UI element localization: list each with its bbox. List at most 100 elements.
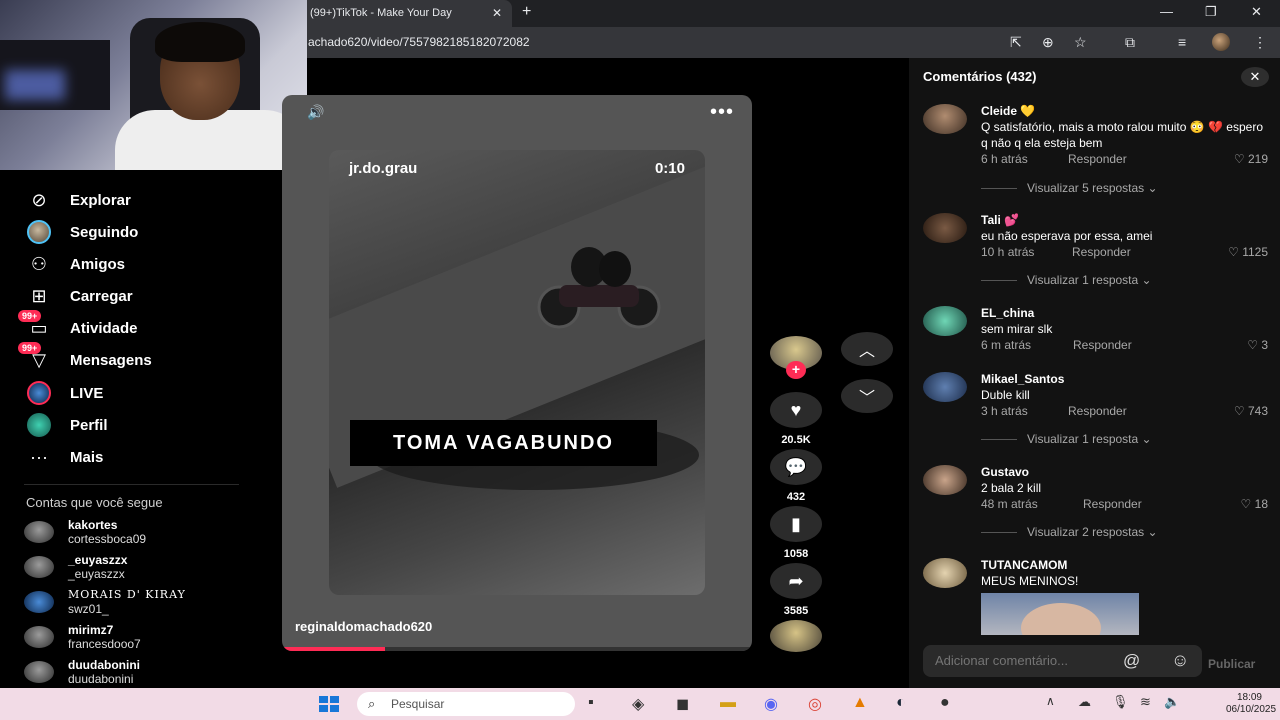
avatar[interactable]	[923, 558, 967, 588]
comment-action[interactable]: 💬 432	[770, 449, 822, 503]
nav-item-carregar[interactable]: ⊞ Carregar	[24, 282, 132, 310]
comment-user[interactable]: Gustavo	[981, 465, 1029, 479]
windows-start-icon[interactable]	[319, 696, 339, 712]
view-replies-button[interactable]: Visualizar 1 resposta ⌄	[981, 273, 1152, 287]
bookmark-icon[interactable]: ▮	[770, 506, 822, 542]
reply-button[interactable]: Responder	[1068, 404, 1127, 418]
following-item[interactable]: duudabonini duudabonini	[24, 658, 264, 688]
task-view-icon[interactable]: ▪	[588, 694, 594, 712]
comment-like[interactable]: ♡ 3	[1247, 338, 1268, 352]
nav-item-amigos[interactable]: ⚇ Amigos	[24, 250, 125, 278]
previous-video-button[interactable]: ︿	[841, 332, 893, 366]
copilot-icon[interactable]: ◈	[632, 694, 644, 714]
discord-icon[interactable]: ◉	[764, 694, 778, 714]
nav-item-atividade[interactable]: ▭ 99+ Atividade	[18, 310, 138, 342]
avatar[interactable]	[923, 306, 967, 336]
comment-input[interactable]	[935, 653, 1135, 668]
clock[interactable]: 18:09 06/10/2025	[1226, 692, 1276, 716]
reply-button[interactable]: Responder	[1072, 245, 1131, 259]
comment-like[interactable]: ♡ 743	[1234, 404, 1268, 418]
post-comment-button[interactable]: Publicar	[1208, 657, 1255, 671]
nav-item-seguindo[interactable]: Seguindo	[24, 218, 138, 246]
comment-user[interactable]: Mikael_Santos	[981, 372, 1064, 386]
heart-icon[interactable]: ♥	[770, 392, 822, 428]
avatar[interactable]	[923, 213, 967, 243]
avatar[interactable]	[923, 104, 967, 134]
nav-item-mensagens[interactable]: ▽ 99+ Mensagens	[18, 342, 152, 374]
comment-time: 6 h atrás	[981, 152, 1028, 166]
close-tab-icon[interactable]: ✕	[492, 0, 502, 27]
chevron-down-icon: ⌄	[1147, 525, 1158, 539]
following-item[interactable]: _euyaszzx _euyaszzx	[24, 553, 264, 583]
restore-icon[interactable]: ❐	[1205, 4, 1217, 20]
minimize-icon[interactable]: —	[1160, 4, 1173, 19]
next-video-button[interactable]: ﹀	[841, 379, 893, 413]
sound-icon[interactable]: 🔊	[307, 104, 324, 121]
comment-user[interactable]: Tali 💕	[981, 213, 1019, 227]
zoom-icon[interactable]: ⊕	[1042, 34, 1054, 51]
share-icon[interactable]: ➦	[770, 563, 822, 599]
extensions-icon[interactable]: ⧉	[1125, 34, 1135, 51]
following-item[interactable]: MORAIS D' KIRAY swz01_	[24, 588, 264, 618]
steam-icon[interactable]: ◐	[896, 694, 906, 712]
taskbar-search[interactable]: ⌕ Pesquisar	[357, 692, 575, 716]
video-author[interactable]: reginaldomachado620	[295, 619, 432, 634]
obs-icon[interactable]: ●	[940, 694, 950, 712]
comment-like[interactable]: ♡ 18	[1241, 497, 1268, 511]
following-item[interactable]: kakortes cortessboca09	[24, 518, 264, 548]
close-comments-button[interactable]: ✕	[1241, 67, 1269, 87]
comment-user[interactable]: EL_china	[981, 306, 1034, 320]
save-action[interactable]: ▮ 1058	[770, 506, 822, 560]
media-icon[interactable]: ≡	[1178, 34, 1186, 50]
chrome-icon[interactable]: ◎	[808, 694, 822, 714]
reply-button[interactable]: Responder	[1068, 152, 1127, 166]
nav-item-explorar[interactable]: ⊘ Explorar	[24, 186, 130, 214]
video-overlay-time: 0:10	[654, 160, 685, 177]
following-item[interactable]: mirimz7 francesdooo7	[24, 623, 264, 653]
close-window-icon[interactable]: ✕	[1251, 4, 1262, 20]
like-action[interactable]: ♥ 20.5K	[770, 392, 822, 446]
emoji-icon[interactable]: ☺	[1171, 650, 1189, 671]
more-options-icon[interactable]: •••	[710, 101, 734, 124]
volume-icon[interactable]: 🔈	[1164, 694, 1180, 710]
video-player[interactable]: 🔊 ••• jr.do.grau 0:10 TOMA VAGABUNDO reg…	[282, 95, 752, 651]
bookmark-star-icon[interactable]: ☆	[1074, 34, 1087, 51]
new-tab-icon[interactable]: +	[522, 3, 531, 21]
cloud-icon[interactable]: ☁	[1078, 694, 1091, 710]
comment-image[interactable]	[981, 593, 1139, 635]
url-field[interactable]: achado620/video/7557982185182072082	[308, 35, 530, 49]
nav-item-live[interactable]: LIVE	[24, 379, 103, 407]
comment-user[interactable]: TUTANCAMOM	[981, 558, 1067, 572]
microphone-icon[interactable]: 🎙	[1112, 694, 1129, 710]
nav-item-mais[interactable]: ··· Mais	[24, 443, 103, 471]
profile-avatar[interactable]	[1212, 33, 1230, 51]
view-replies-button[interactable]: Visualizar 2 respostas ⌄	[981, 525, 1158, 539]
video-progress-bar[interactable]	[282, 647, 752, 651]
chevron-up-icon[interactable]: ∧	[1046, 694, 1055, 708]
chevron-down-icon: ⌄	[1141, 273, 1152, 287]
comment-icon[interactable]: 💬	[770, 449, 822, 485]
view-replies-button[interactable]: Visualizar 5 respostas ⌄	[981, 181, 1158, 195]
music-disc-avatar[interactable]	[770, 620, 822, 652]
share-action[interactable]: ➦ 3585	[770, 563, 822, 617]
comment-like[interactable]: ♡ 1125	[1228, 245, 1268, 259]
app-icon[interactable]: ▲	[852, 694, 868, 712]
avatar[interactable]	[923, 465, 967, 495]
reply-button[interactable]: Responder	[1073, 338, 1132, 352]
menu-dots-icon[interactable]: ⋮	[1253, 34, 1267, 51]
file-explorer-icon[interactable]: ▬	[720, 694, 736, 712]
comment-like-count: 219	[1247, 152, 1268, 166]
mention-icon[interactable]: @	[1123, 651, 1140, 671]
comment-user[interactable]: Cleide 💛	[981, 104, 1035, 118]
teams-icon[interactable]: ◼	[676, 694, 689, 714]
follow-plus-button[interactable]: +	[786, 361, 806, 379]
install-icon[interactable]: ⇱	[1010, 34, 1022, 51]
browser-tab[interactable]: (99+)TikTok - Make Your Day ✕	[300, 0, 512, 27]
wifi-icon[interactable]: ≋	[1140, 694, 1151, 710]
comment-like[interactable]: ♡ 219	[1234, 152, 1268, 166]
reply-button[interactable]: Responder	[1083, 497, 1142, 511]
avatar[interactable]	[923, 372, 967, 402]
view-replies-button[interactable]: Visualizar 1 resposta ⌄	[981, 432, 1152, 446]
webcam-overlay	[0, 0, 307, 170]
nav-item-perfil[interactable]: Perfil	[24, 411, 108, 439]
